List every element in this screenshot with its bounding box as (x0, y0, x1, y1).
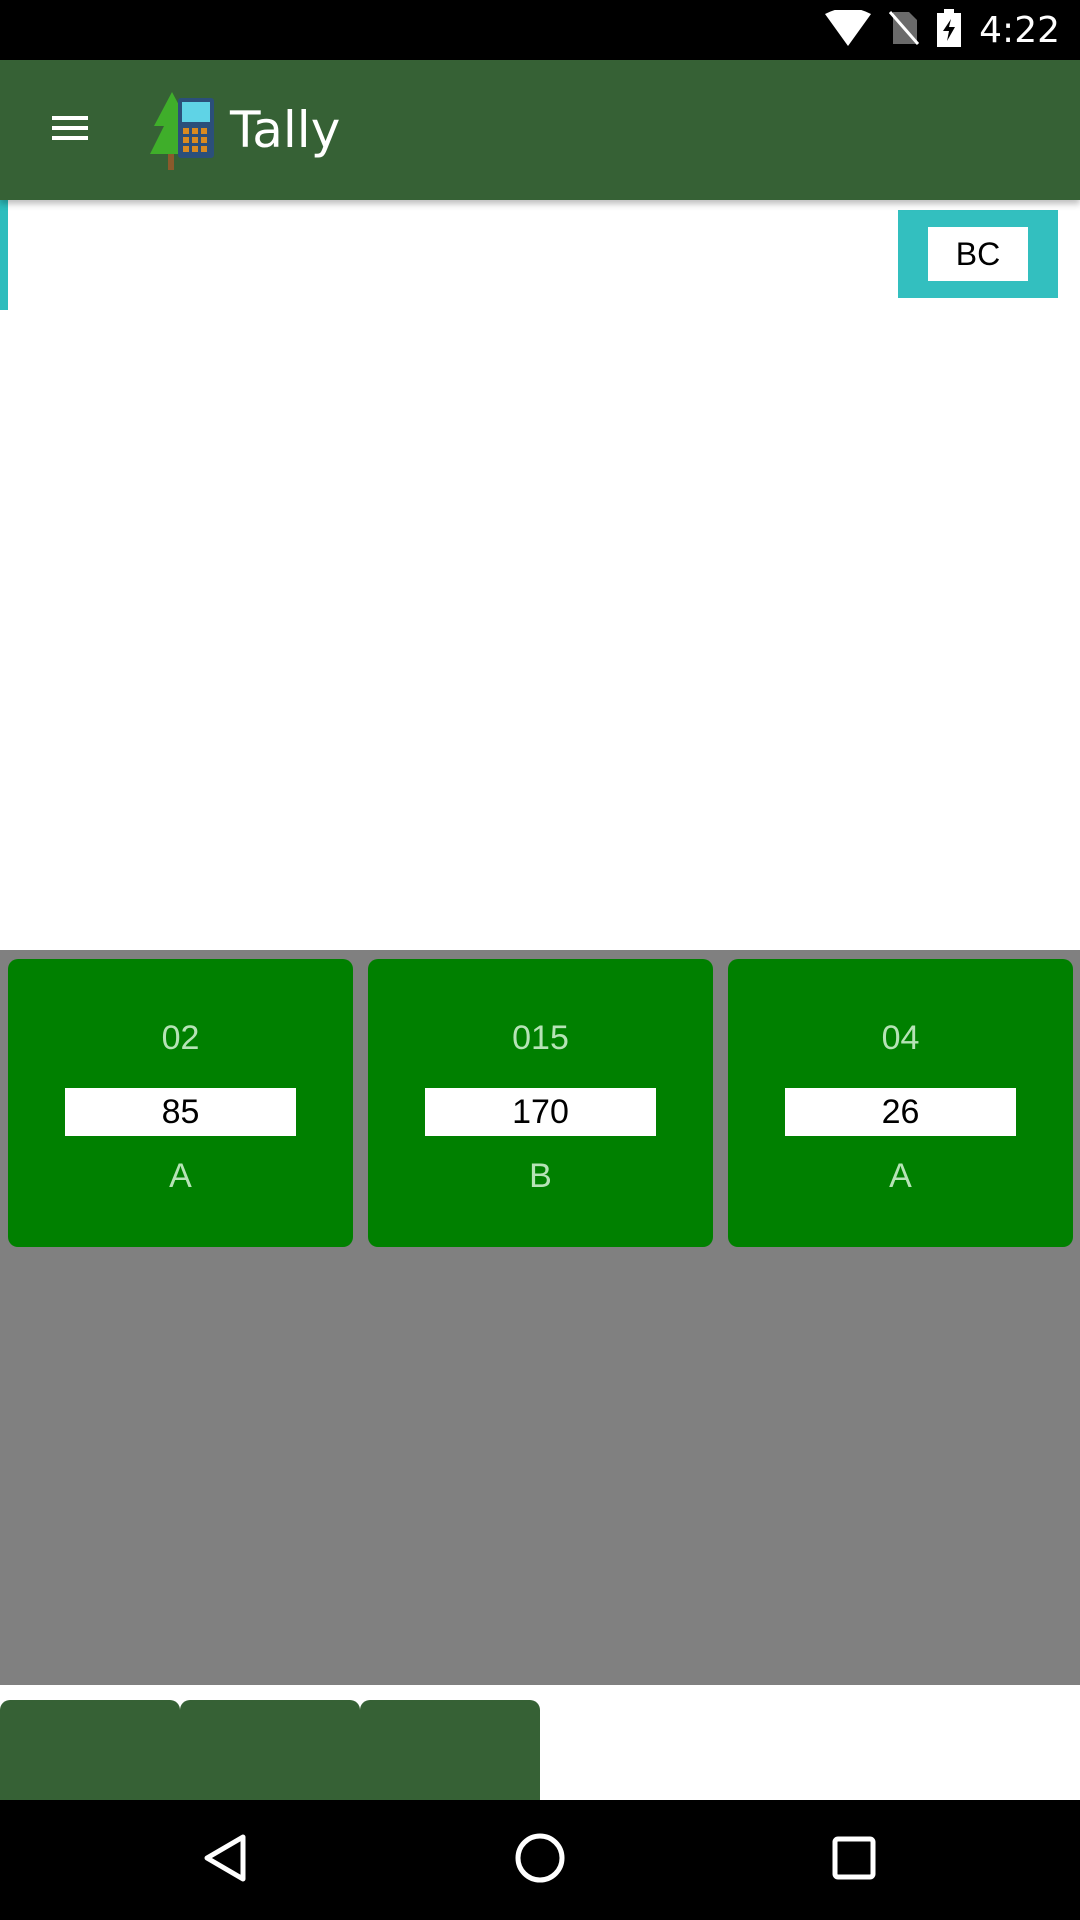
tally-card-grade: A (169, 1157, 192, 1195)
tally-card[interactable]: 02 85 A (8, 959, 353, 1247)
hamburger-menu-icon (50, 113, 90, 148)
recents-icon (831, 1835, 877, 1886)
tally-card-code: 015 (512, 1019, 569, 1057)
tally-card-count: 26 (785, 1088, 1016, 1136)
screen: 4:22 Tally BC 02 85 A 015 170 B 04 26 A (0, 0, 1080, 1920)
tally-grid: 02 85 A 015 170 B 04 26 A (0, 950, 1080, 1685)
bc-button[interactable]: BC (898, 210, 1058, 298)
status-bar: 4:22 (0, 0, 1080, 60)
tally-card-count: 85 (65, 1088, 296, 1136)
tally-card-code: 02 (161, 1019, 200, 1057)
tally-card-grade: B (529, 1157, 552, 1195)
tally-card[interactable]: 015 170 B (368, 959, 713, 1247)
battery-charging-icon (937, 8, 962, 52)
entry-row[interactable]: BC (0, 200, 1080, 310)
app-bar: Tally (0, 60, 1080, 200)
app-logo-icon (150, 88, 218, 172)
back-icon (201, 1833, 251, 1888)
bottom-tab-2[interactable] (180, 1700, 360, 1800)
bottom-tab-strip (0, 1685, 1080, 1800)
bc-button-label: BC (928, 227, 1028, 281)
bottom-tab-1[interactable] (0, 1700, 180, 1800)
home-button[interactable] (500, 1820, 580, 1900)
app-title: Tally (230, 101, 341, 159)
input-cursor-accent (0, 200, 8, 310)
navigation-bar (0, 1800, 1080, 1920)
recents-button[interactable] (814, 1820, 894, 1900)
tally-card-grade: A (889, 1157, 912, 1195)
tally-card-code: 04 (881, 1019, 920, 1057)
menu-button[interactable] (40, 100, 100, 160)
status-time: 4:22 (979, 9, 1060, 51)
bottom-tab-3[interactable] (360, 1700, 540, 1800)
home-icon (514, 1832, 566, 1889)
wifi-icon (825, 7, 872, 51)
tally-card[interactable]: 04 26 A (728, 959, 1073, 1247)
no-sim-icon (889, 10, 920, 51)
tally-card-count: 170 (425, 1088, 656, 1136)
back-button[interactable] (186, 1820, 266, 1900)
